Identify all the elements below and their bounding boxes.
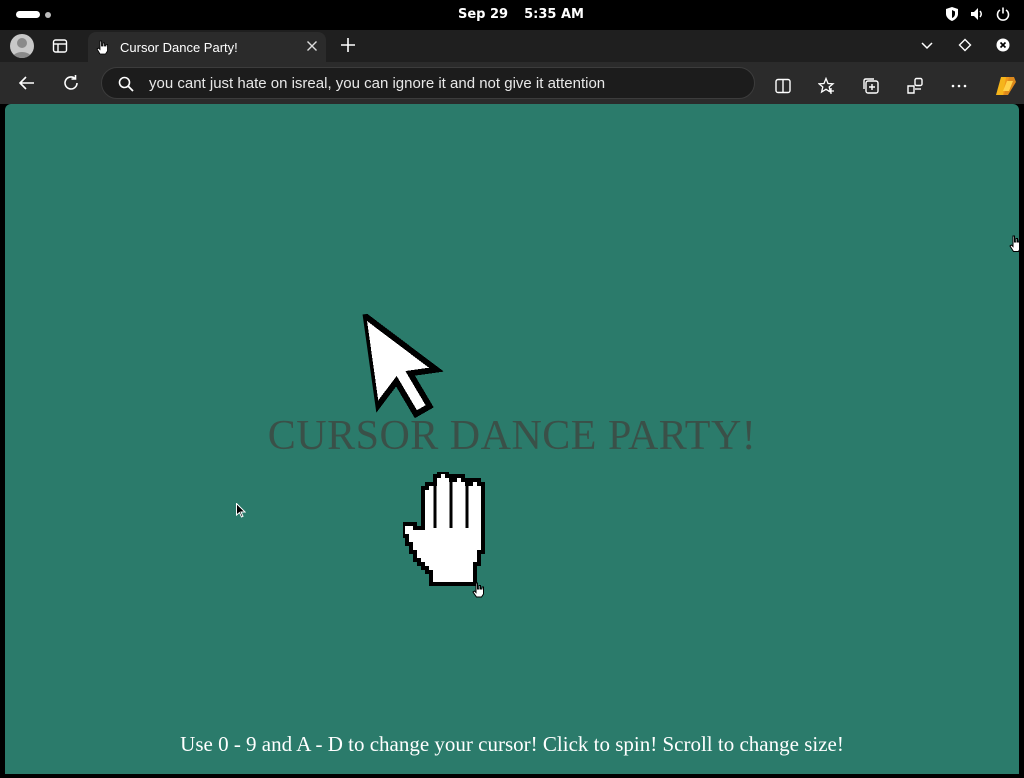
volume-icon bbox=[971, 8, 982, 20]
reload-icon[interactable] bbox=[62, 74, 80, 92]
back-icon[interactable] bbox=[18, 74, 36, 92]
large-arrow-cursor-icon bbox=[362, 307, 444, 419]
tab-list-chevron-icon[interactable] bbox=[920, 38, 934, 52]
large-hand-cursor-icon bbox=[403, 472, 485, 586]
page-title: CURSOR DANCE PARTY! bbox=[267, 413, 757, 459]
clock-date: Sep 29 bbox=[458, 7, 509, 22]
collections-icon[interactable] bbox=[862, 77, 880, 95]
workspace-pill bbox=[16, 11, 40, 18]
more-icon[interactable] bbox=[950, 77, 968, 95]
instructions-text: Use 0 - 9 and A - D to change your curso… bbox=[180, 732, 844, 756]
mouse-hand-cursor-icon bbox=[472, 582, 484, 598]
mouse-arrow-cursor-icon bbox=[236, 503, 246, 518]
profile-avatar[interactable] bbox=[10, 34, 34, 58]
favorites-icon[interactable] bbox=[818, 77, 836, 95]
tab-cursor-dance-party[interactable]: Cursor Dance Party! bbox=[88, 32, 326, 62]
system-tray[interactable] bbox=[946, 7, 1010, 21]
clock-time: 5:35 AM bbox=[524, 7, 584, 22]
page-content[interactable]: CURSOR DANCE PARTY! Use 0 - 9 and A - D … bbox=[5, 104, 1019, 774]
activities-indicator[interactable] bbox=[16, 11, 51, 18]
address-bar[interactable]: you cant just hate on isreal, you can ig… bbox=[101, 67, 755, 99]
window-controls bbox=[920, 38, 1010, 52]
tab-strip: Cursor Dance Party! bbox=[0, 30, 1024, 62]
search-icon bbox=[118, 76, 134, 92]
system-top-bar: Sep 29 5:35 AM bbox=[0, 0, 1024, 30]
split-screen-icon[interactable] bbox=[774, 77, 792, 95]
workspace-dot bbox=[45, 11, 51, 18]
profile-icon bbox=[12, 38, 32, 58]
tab-actions-icon[interactable] bbox=[52, 38, 68, 54]
copilot-icon[interactable] bbox=[994, 74, 1018, 98]
clock[interactable]: Sep 29 5:35 AM bbox=[458, 7, 584, 22]
tab-title: Cursor Dance Party! bbox=[120, 40, 238, 55]
close-window-icon[interactable] bbox=[996, 38, 1010, 52]
address-text: you cant just hate on isreal, you can ig… bbox=[149, 75, 606, 92]
new-tab-icon[interactable] bbox=[340, 37, 356, 53]
shield-icon bbox=[946, 7, 958, 21]
close-tab-icon[interactable] bbox=[306, 40, 318, 52]
toolbar-icons bbox=[774, 74, 1018, 98]
hand-cursor-icon bbox=[96, 40, 108, 55]
extensions-icon[interactable] bbox=[906, 77, 924, 95]
diamond-icon[interactable] bbox=[958, 38, 972, 52]
power-icon bbox=[996, 7, 1010, 21]
browser-toolbar: you cant just hate on isreal, you can ig… bbox=[0, 62, 1024, 104]
edge-hand-cursor-icon bbox=[1009, 235, 1019, 252]
